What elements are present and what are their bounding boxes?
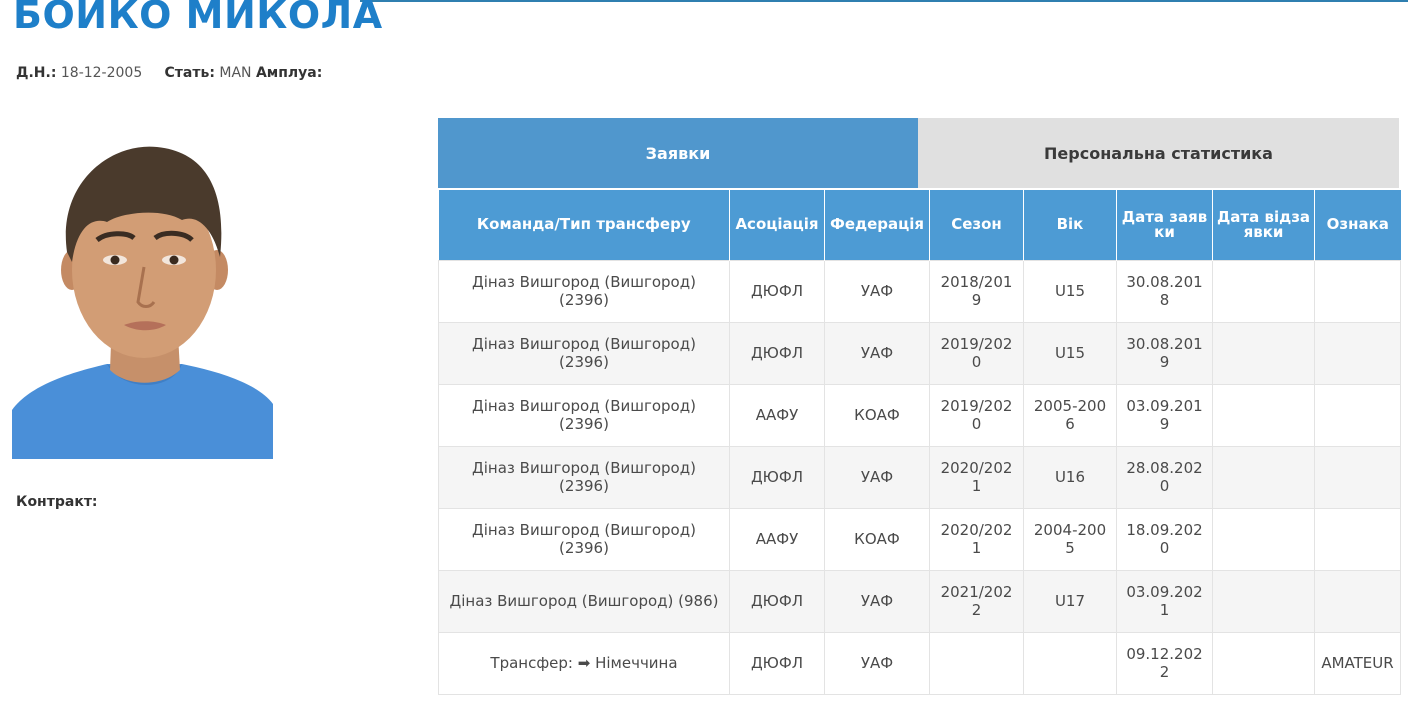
player-name: БОЙКО МИКОЛА [13, 0, 383, 37]
header-season: Сезон [929, 190, 1024, 260]
cell-season: 2020/2021 [929, 507, 1024, 571]
header-registration-date: Дата заявки [1116, 190, 1213, 260]
table-row: Діназ Вишгород (Вишгород) (2396) ААФУ КОАФ… [438, 507, 1401, 571]
contract-label: Контракт: [16, 494, 98, 510]
cell-season [929, 631, 1024, 695]
cell-team: Діназ Вишгород (Вишгород) (2396) [438, 507, 730, 571]
cell-federation: УАФ [824, 259, 930, 323]
cell-season: 2021/2022 [929, 569, 1024, 633]
cell-age: U17 [1023, 569, 1117, 633]
cell-association: ДЮФЛ [729, 569, 825, 633]
cell-age: U16 [1023, 445, 1117, 509]
cell-team: Діназ Вишгород (Вишгород) (986) [438, 569, 730, 633]
cell-deregistration-date [1212, 445, 1315, 509]
cell-season: 2019/2020 [929, 383, 1024, 447]
registrations-table: Команда/Тип трансферу Асоціація Федераці… [438, 190, 1401, 695]
cell-status [1314, 383, 1401, 447]
position-label: Амплуа: [255, 65, 323, 81]
cell-status [1314, 445, 1401, 509]
tabs-bar: Заявки Персональна статистика [438, 118, 1399, 188]
header-age: Вік [1023, 190, 1117, 260]
cell-deregistration-date [1212, 507, 1315, 571]
table-row: Діназ Вишгород (Вишгород) (2396) ДЮФЛ УАФ 2… [438, 321, 1401, 385]
cell-association: ДЮФЛ [729, 259, 825, 323]
cell-age: 2005-2006 [1023, 383, 1117, 447]
tab-personal-statistics[interactable]: Персональна статистика [918, 118, 1399, 188]
gender-label: Стать: [164, 65, 215, 81]
cell-status: AMATEUR [1314, 631, 1401, 695]
gender-value: MAN [219, 65, 252, 81]
cell-team: Діназ Вишгород (Вишгород) (2396) [438, 383, 730, 447]
table-body: Діназ Вишгород (Вишгород) (2396) ДЮФЛ УАФ 2… [438, 259, 1401, 695]
cell-team: Трансфер: ➡ Німеччина [438, 631, 730, 695]
player-meta: Д.Н.: 18-12-2005 Стать: MAN Амплуа: [16, 65, 322, 81]
table-row: Трансфер: ➡ Німеччина ДЮФЛ УАФ 09.12.2022 AM… [438, 631, 1401, 695]
cell-registration-date: 09.12.2022 [1116, 631, 1213, 695]
table-row: Діназ Вишгород (Вишгород) (2396) ДЮФЛ УАФ 2… [438, 445, 1401, 509]
cell-deregistration-date [1212, 321, 1315, 385]
cell-federation: УАФ [824, 631, 930, 695]
cell-federation: УАФ [824, 321, 930, 385]
table-row: Діназ Вишгород (Вишгород) (2396) ДЮФЛ УАФ 2… [438, 259, 1401, 323]
cell-deregistration-date [1212, 569, 1315, 633]
header-team: Команда/Тип трансферу [438, 190, 730, 260]
cell-federation: УАФ [824, 445, 930, 509]
cell-team: Діназ Вишгород (Вишгород) (2396) [438, 445, 730, 509]
cell-age: U15 [1023, 259, 1117, 323]
table-row: Діназ Вишгород (Вишгород) (986) ДЮФЛ УАФ 20… [438, 569, 1401, 633]
cell-federation: КОАФ [824, 507, 930, 571]
table-header-row: Команда/Тип трансферу Асоціація Федераці… [438, 190, 1401, 260]
cell-deregistration-date [1212, 383, 1315, 447]
cell-season: 2018/2019 [929, 259, 1024, 323]
cell-association: ДЮФЛ [729, 445, 825, 509]
header-status: Ознака [1314, 190, 1401, 260]
cell-status [1314, 507, 1401, 571]
table-row: Діназ Вишгород (Вишгород) (2396) ААФУ КОАФ… [438, 383, 1401, 447]
cell-season: 2020/2021 [929, 445, 1024, 509]
cell-registration-date: 03.09.2019 [1116, 383, 1213, 447]
cell-registration-date: 30.08.2019 [1116, 321, 1213, 385]
cell-registration-date: 30.08.2018 [1116, 259, 1213, 323]
cell-team: Діназ Вишгород (Вишгород) (2396) [438, 321, 730, 385]
dob-value: 18-12-2005 [60, 65, 143, 81]
cell-deregistration-date [1212, 631, 1315, 695]
cell-season: 2019/2020 [929, 321, 1024, 385]
player-photo [12, 142, 273, 459]
cell-age: 2004-2005 [1023, 507, 1117, 571]
cell-age [1023, 631, 1117, 695]
tab-registrations[interactable]: Заявки [438, 118, 918, 188]
cell-association: ААФУ [729, 383, 825, 447]
header-federation: Федерація [824, 190, 930, 260]
cell-association: ААФУ [729, 507, 825, 571]
cell-association: ДЮФЛ [729, 321, 825, 385]
contract-row: Контракт: [16, 494, 98, 510]
cell-registration-date: 18.09.2020 [1116, 507, 1213, 571]
cell-age: U15 [1023, 321, 1117, 385]
header-association: Асоціація [729, 190, 825, 260]
cell-deregistration-date [1212, 259, 1315, 323]
cell-status [1314, 569, 1401, 633]
cell-team: Діназ Вишгород (Вишгород) (2396) [438, 259, 730, 323]
cell-federation: УАФ [824, 569, 930, 633]
player-photo-image [12, 142, 273, 459]
cell-status [1314, 321, 1401, 385]
top-rule [360, 0, 1408, 2]
cell-registration-date: 28.08.2020 [1116, 445, 1213, 509]
header-deregistration-date: Дата відзаявки [1212, 190, 1315, 260]
cell-status [1314, 259, 1401, 323]
cell-federation: КОАФ [824, 383, 930, 447]
cell-association: ДЮФЛ [729, 631, 825, 695]
dob-label: Д.Н.: [16, 65, 57, 81]
cell-registration-date: 03.09.2021 [1116, 569, 1213, 633]
